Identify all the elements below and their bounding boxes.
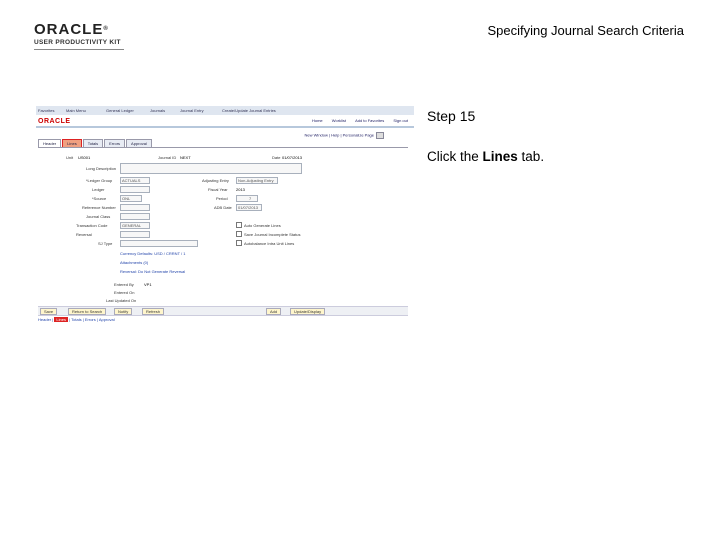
adjusting-entry-select[interactable]: Non-Adjusting Entry (236, 177, 278, 184)
fiscal-year-value: 2013 (236, 187, 245, 192)
new-window-links[interactable]: New Window | Help | Personalize Page (305, 132, 384, 139)
attachments-link[interactable]: Attachments (0) (120, 260, 148, 265)
return-to-search-button[interactable]: Return to Search (68, 308, 107, 315)
unit-value: US001 (78, 155, 91, 160)
step-number: Step 15 (427, 108, 476, 124)
tab-divider (38, 147, 408, 148)
top-links: Home Worklist Add to Favorites Sign out (304, 118, 408, 124)
sign-out-link[interactable]: Sign out (393, 118, 408, 123)
currency-defaults-link[interactable]: Currency Defaults: USD / CRRNT / 1 (120, 251, 186, 256)
add-to-favorites-link[interactable]: Add to Favorites (355, 118, 384, 123)
save-button[interactable]: Save (40, 308, 58, 315)
period-input[interactable]: 7 (236, 195, 258, 202)
breadcrumb-item[interactable]: Favorites (38, 108, 54, 113)
notify-button[interactable]: Notify (114, 308, 133, 315)
date-label: Date (272, 155, 281, 160)
breadcrumb-item[interactable]: Journal Entry (180, 108, 204, 113)
last-updated-label: Last Updated On (106, 298, 137, 303)
bottom-link-header[interactable]: Header (38, 317, 51, 322)
journal-id-value: NEXT (180, 155, 191, 160)
journal-class-label: Journal Class (86, 214, 111, 219)
bottom-link-approval[interactable]: Approval (99, 317, 115, 322)
instruction-target: Lines (482, 149, 518, 164)
date-value: 01/07/2013 (282, 155, 303, 160)
customize-icon[interactable] (376, 132, 384, 139)
transaction-code-input[interactable]: GENERAL (120, 222, 150, 229)
long-description-input[interactable] (120, 163, 302, 174)
ledger-input[interactable] (120, 186, 150, 193)
adb-date-label: ADB Date (214, 205, 232, 210)
ledger-group-label: *Ledger Group (86, 178, 113, 183)
bottom-link-totals[interactable]: Totals (71, 317, 81, 322)
autobalance-label: Autobalance Intra Unit Lines (244, 241, 295, 246)
save-incomplete-label: Save Journal Incomplete Status (244, 232, 301, 237)
long-description-label: Long Description (86, 166, 117, 171)
worklist-link[interactable]: Worklist (332, 118, 346, 123)
update-display-button[interactable]: Update/Display (290, 308, 326, 315)
breadcrumb-item[interactable]: General Ledger (106, 108, 134, 113)
entered-on-label: Entered On (114, 290, 135, 295)
source-label: *Source (92, 196, 107, 201)
app-brand-logo: ORACLE (38, 118, 71, 125)
journal-id-label: Journal ID (158, 155, 177, 160)
application-screenshot: Favorites Main Menu General Ledger Journ… (36, 106, 414, 326)
unit-label: Unit (66, 155, 74, 160)
upk-logo-subtext: USER PRODUCTIVITY KIT (34, 39, 121, 46)
reversal-link[interactable]: Reversal: Do Not Generate Reversal (120, 269, 185, 274)
entered-by-label: Entered By (114, 282, 134, 287)
transaction-code-label: Transaction Code (76, 223, 108, 228)
bottom-link-lines[interactable]: Lines (54, 317, 68, 322)
header-band (36, 126, 414, 128)
save-incomplete-checkbox[interactable] (236, 231, 242, 237)
autobalance-checkbox[interactable] (236, 240, 242, 246)
reversal-input[interactable] (120, 231, 150, 238)
page-title: Specifying Journal Search Criteria (487, 23, 684, 38)
ledger-group-input[interactable]: ACTUALS (120, 177, 150, 184)
breadcrumb-item[interactable]: Main Menu (66, 108, 86, 113)
journal-class-input[interactable] (120, 213, 150, 220)
bottom-page-links: Header | Lines | Totals | Errors | Appro… (38, 317, 115, 322)
reference-number-input[interactable] (120, 204, 150, 211)
upk-logo: ORACLE® USER PRODUCTIVITY KIT (34, 22, 124, 50)
breadcrumb-bar: Favorites Main Menu General Ledger Journ… (36, 106, 414, 115)
ledger-label: Ledger (92, 187, 105, 192)
home-link[interactable]: Home (312, 118, 323, 123)
bottom-link-errors[interactable]: Errors (85, 317, 96, 322)
breadcrumb-item[interactable]: Journals (150, 108, 165, 113)
logo-underline (34, 49, 124, 50)
refresh-button[interactable]: Refresh (142, 308, 165, 315)
source-input[interactable]: ONL (120, 195, 142, 202)
period-label: Period (216, 196, 228, 201)
auto-generate-checkbox[interactable] (236, 222, 242, 228)
sj-type-label: SJ Type (98, 241, 113, 246)
fiscal-year-label: Fiscal Year (208, 187, 228, 192)
add-button[interactable]: Add (266, 308, 282, 315)
breadcrumb-item[interactable]: Create/Update Journal Entries (222, 108, 276, 113)
reversal-label: Reversal (76, 232, 92, 237)
auto-generate-label: Auto Generate Lines (244, 223, 281, 228)
entered-by-value: VP1 (144, 282, 152, 287)
page-toolbar: Save Return to Search Notify Refresh Add… (38, 306, 408, 316)
adb-date-input[interactable]: 01/07/2013 (236, 204, 262, 211)
step-instruction: Click the Lines tab. (427, 149, 545, 164)
sj-type-select[interactable] (120, 240, 198, 247)
adjusting-entry-label: Adjusting Entry (202, 178, 229, 183)
oracle-logo-text: ORACLE® (34, 21, 109, 38)
reference-number-label: Reference Number (82, 205, 116, 210)
